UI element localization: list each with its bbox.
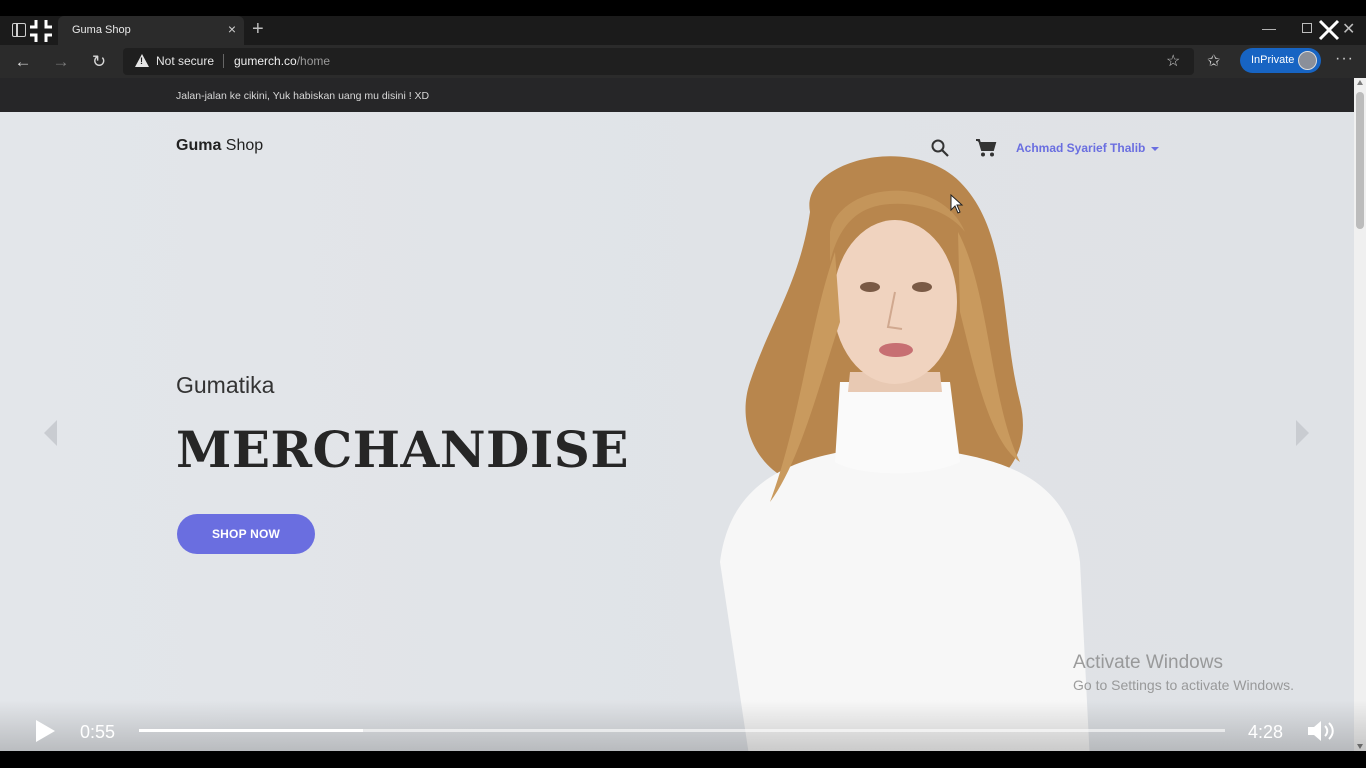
forward-icon[interactable]: → bbox=[50, 51, 72, 73]
scroll-up-icon[interactable] bbox=[1357, 80, 1363, 85]
total-time: 4:28 bbox=[1248, 722, 1284, 742]
tab-close-icon[interactable]: × bbox=[228, 22, 236, 36]
carousel-next-icon[interactable] bbox=[1296, 420, 1309, 446]
seek-bar[interactable] bbox=[139, 729, 1225, 732]
shop-now-button[interactable]: SHOP NOW bbox=[177, 514, 315, 554]
favorites-icon[interactable]: ✩ bbox=[1207, 51, 1220, 71]
announcement-bar: Jalan-jalan ke cikini, Yuk habiskan uang… bbox=[0, 78, 1354, 112]
close-icon[interactable] bbox=[1317, 18, 1341, 42]
announcement-text: Jalan-jalan ke cikini, Yuk habiskan uang… bbox=[176, 90, 430, 102]
hero-model-image bbox=[720, 156, 1090, 751]
refresh-icon[interactable]: ↻ bbox=[88, 51, 110, 73]
exit-fullscreen-icon[interactable] bbox=[28, 18, 54, 44]
seek-progress bbox=[139, 729, 363, 732]
activate-windows-subtitle: Go to Settings to activate Windows. bbox=[1073, 677, 1294, 693]
browser-tab[interactable]: Guma Shop × bbox=[58, 16, 244, 45]
restore-button[interactable] bbox=[1302, 23, 1312, 33]
url-path: /home bbox=[296, 54, 331, 68]
play-icon[interactable] bbox=[36, 720, 55, 742]
inprivate-badge[interactable]: InPrivate bbox=[1240, 48, 1321, 73]
video-controls: 0:55 4:28 bbox=[0, 700, 1366, 751]
activate-windows-title: Activate Windows bbox=[1073, 652, 1223, 673]
brand-logo[interactable]: Guma Shop bbox=[176, 137, 263, 155]
security-label[interactable]: Not secure bbox=[156, 54, 214, 68]
brand-bold: Guma bbox=[176, 137, 222, 154]
brand-rest: Shop bbox=[221, 137, 264, 154]
url-text[interactable]: gumerch.co/home bbox=[234, 54, 330, 68]
browser-toolbar: ← → ↻ Not secure gumerch.co/home bbox=[0, 45, 1366, 78]
page-scrollbar[interactable] bbox=[1354, 78, 1366, 751]
address-bar[interactable]: Not secure gumerch.co/home bbox=[123, 48, 1194, 75]
mouse-cursor-icon bbox=[950, 194, 964, 214]
tab-actions-icon[interactable] bbox=[12, 23, 26, 37]
browser-tab-bar: Guma Shop × + — ✕ bbox=[0, 16, 1366, 45]
warning-icon bbox=[135, 54, 149, 67]
volume-icon[interactable] bbox=[1306, 718, 1338, 744]
scroll-thumb[interactable] bbox=[1356, 92, 1364, 229]
minimize-button[interactable]: — bbox=[1262, 20, 1276, 36]
avatar bbox=[1298, 51, 1317, 70]
tab-title: Guma Shop bbox=[72, 24, 131, 36]
more-menu-icon[interactable]: ··· bbox=[1335, 50, 1354, 68]
hero-subtitle: Gumatika bbox=[176, 372, 275, 398]
carousel-prev-icon[interactable] bbox=[44, 420, 57, 446]
back-icon[interactable]: ← bbox=[12, 51, 34, 73]
url-host: gumerch.co bbox=[234, 54, 297, 68]
current-time: 0:55 bbox=[80, 722, 116, 742]
add-favorite-icon[interactable]: ☆ bbox=[1166, 51, 1180, 71]
url-divider bbox=[223, 54, 224, 68]
new-tab-button[interactable]: + bbox=[252, 19, 264, 39]
hero-section: Guma Shop Achmad Syarief Thalib Gumatika… bbox=[0, 112, 1354, 751]
screen: Guma Shop × + — ✕ ← → ↻ Not secure gumer… bbox=[0, 0, 1366, 768]
hero-title: MERCHANDISE bbox=[176, 420, 630, 479]
window-close-button[interactable]: ✕ bbox=[1342, 19, 1355, 39]
chevron-down-icon bbox=[1151, 146, 1160, 151]
letterbox-bottom bbox=[0, 751, 1366, 768]
inprivate-label: InPrivate bbox=[1251, 54, 1295, 66]
